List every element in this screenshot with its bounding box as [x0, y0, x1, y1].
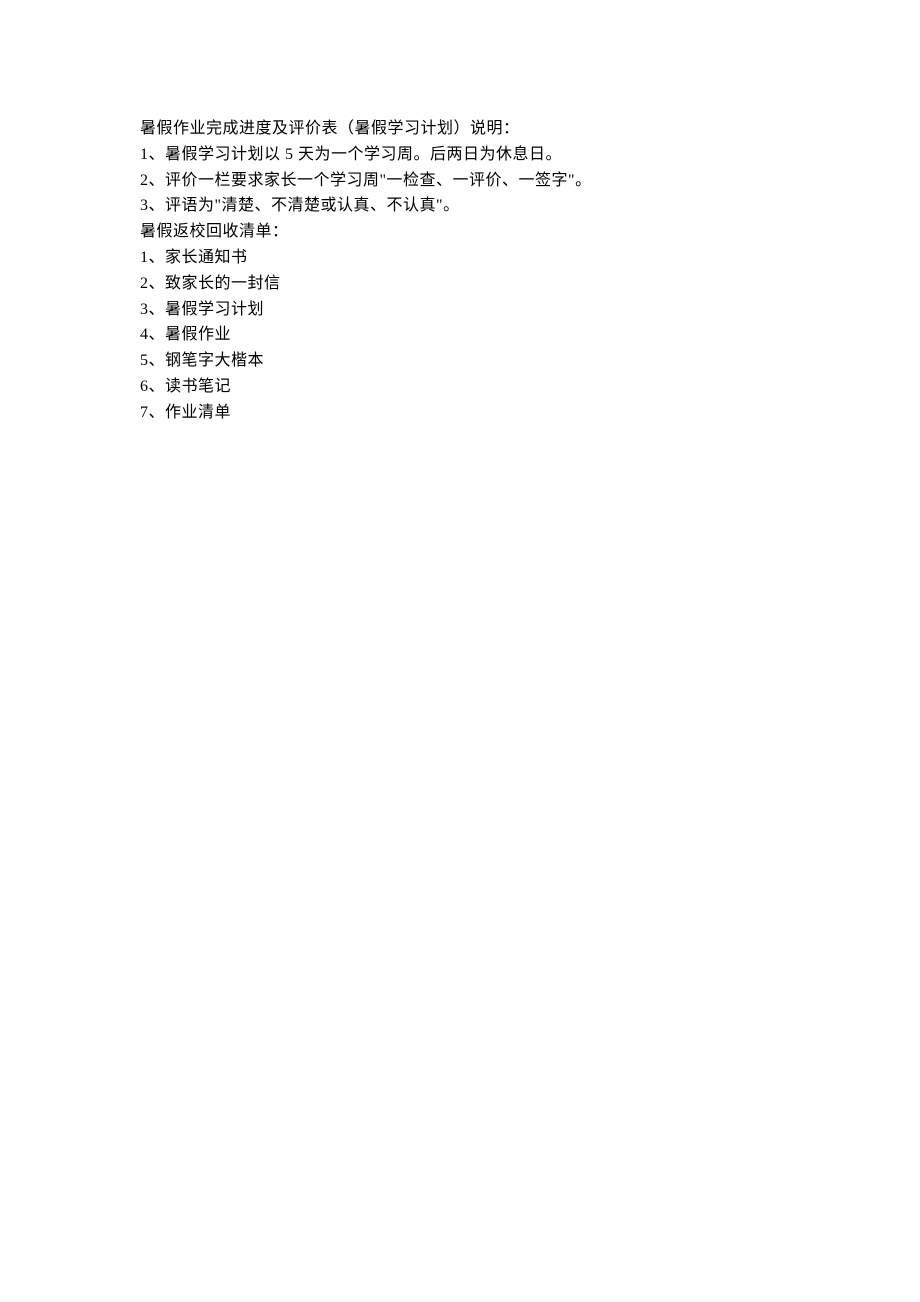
checklist-item: 1、家长通知书 [140, 246, 780, 271]
checklist-item: 4、暑假作业 [140, 323, 780, 348]
checklist-item: 7、作业清单 [140, 401, 780, 426]
instruction-line: 2、评价一栏要求家长一个学习周"一检查、一评价、一签字"。 [140, 169, 780, 194]
instruction-line: 3、评语为"清楚、不清楚或认真、不认真"。 [140, 194, 780, 219]
document-content: 暑假作业完成进度及评价表（暑假学习计划）说明： 1、暑假学习计划以 5 天为一个… [140, 117, 780, 426]
instruction-line: 1、暑假学习计划以 5 天为一个学习周。后两日为休息日。 [140, 143, 780, 168]
checklist-title: 暑假返校回收清单： [140, 220, 780, 245]
checklist-item: 5、钢笔字大楷本 [140, 349, 780, 374]
checklist-item: 6、读书笔记 [140, 375, 780, 400]
checklist-item: 3、暑假学习计划 [140, 298, 780, 323]
document-title: 暑假作业完成进度及评价表（暑假学习计划）说明： [140, 117, 780, 142]
checklist-item: 2、致家长的一封信 [140, 272, 780, 297]
